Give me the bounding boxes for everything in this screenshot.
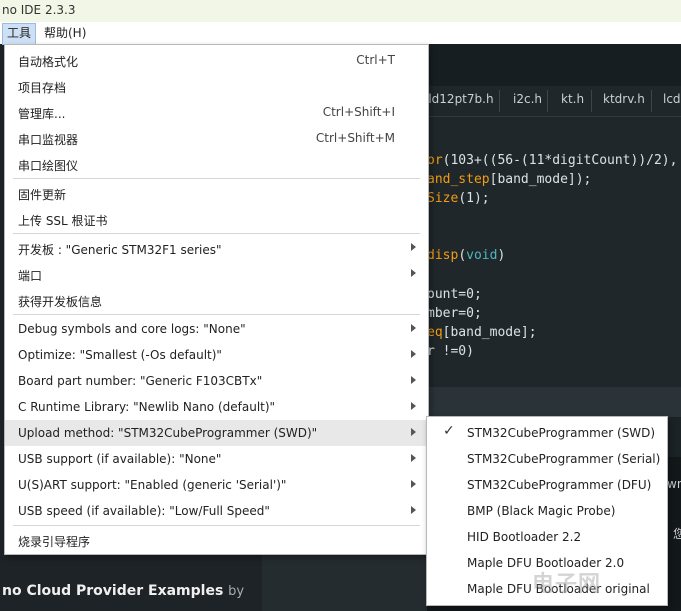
menu-separator (13, 233, 420, 234)
upload-option-hid-bootloader[interactable]: HID Bootloader 2.2 (427, 524, 667, 550)
code-line: mber=0; (427, 306, 482, 321)
menu-help[interactable]: 帮助(H) (40, 23, 90, 43)
upload-option-bmp[interactable]: BMP (Black Magic Probe) (427, 498, 667, 524)
code-line: eq[band_mode]; (427, 325, 537, 340)
menu-item-upload-method[interactable]: Upload method: "STM32CubeProgrammer (SWD… (5, 420, 428, 446)
menu-item-usart-support[interactable]: U(S)ART support: "Enabled (generic 'Seri… (5, 472, 428, 498)
menu-item-serial-monitor[interactable]: 串口监视器 Ctrl+Shift+M (5, 125, 428, 151)
menu-separator (13, 314, 420, 315)
editor-status-band (427, 387, 681, 417)
menu-item-board-part-number[interactable]: Board part number: "Generic F103CBTx" (5, 368, 428, 394)
tab-old12pt7b[interactable]: old12pt7b.h (421, 92, 494, 106)
menu-bar: 工具 帮助(H) (0, 22, 681, 45)
window-title-bar: no IDE 2.3.3 (0, 0, 681, 22)
tab-i2c[interactable]: i2c.h (513, 92, 542, 106)
tab-separator (651, 90, 652, 112)
chevron-right-icon (411, 428, 416, 436)
tools-menu: 自动格式化 Ctrl+T 项目存档 管理库... Ctrl+Shift+I 串口监视… (4, 44, 429, 555)
chevron-right-icon (411, 454, 416, 462)
upload-option-cube-swd[interactable]: ✓ STM32CubeProgrammer (SWD) (427, 420, 667, 446)
editor-tab-strip: old12pt7b.h i2c.h kt.h ktdrv.h lcd. (421, 86, 681, 117)
tab-separator (499, 90, 500, 112)
console-partial-text: 您 (673, 527, 681, 541)
chevron-right-icon (411, 324, 416, 332)
checkmark-icon: ✓ (443, 423, 455, 439)
examples-title: no Cloud Provider Examples by (2, 583, 245, 599)
tab-separator (547, 90, 548, 112)
chevron-right-icon (411, 376, 416, 384)
menu-item-usb-support[interactable]: USB support (if available): "None" (5, 446, 428, 472)
window-title: no IDE 2.3.3 (2, 3, 76, 17)
examples-panel: no Cloud Provider Examples by (0, 553, 262, 611)
upload-option-cube-dfu[interactable]: STM32CubeProgrammer (DFU) (427, 472, 667, 498)
chevron-right-icon (411, 350, 416, 358)
menu-separator (13, 525, 420, 526)
menu-item-c-runtime-library[interactable]: C Runtime Library: "Newlib Nano (default… (5, 394, 428, 420)
chevron-right-icon (411, 269, 416, 277)
menu-item-board[interactable]: 开发板 : "Generic STM32F1 series" (5, 235, 428, 261)
chevron-right-icon (411, 402, 416, 410)
code-line: r !=0) (427, 344, 474, 359)
menu-item-optimize[interactable]: Optimize: "Smallest (-Os default)" (5, 342, 428, 368)
examples-panel-strip (262, 553, 427, 611)
tab-lcd[interactable]: lcd. (663, 92, 681, 106)
menu-item-archive-sketch[interactable]: 项目存档 (5, 73, 428, 99)
menu-item-debug-symbols[interactable]: Debug symbols and core logs: "None" (5, 316, 428, 342)
tab-ktdrv[interactable]: ktdrv.h (603, 92, 645, 106)
code-line: and_step[band_mode]); (427, 172, 592, 187)
menu-item-board-info[interactable]: 获得开发板信息 (5, 287, 428, 313)
code-line: ount=0; (427, 287, 482, 302)
menu-separator (13, 178, 420, 179)
code-line: or(103+((56-(11*digitCount))/2), (427, 153, 678, 168)
menu-item-port[interactable]: 端口 (5, 261, 428, 287)
code-line: disp(void) (427, 248, 506, 263)
menu-item-firmware-updater[interactable]: 固件更新 (5, 180, 428, 206)
menu-item-upload-ssl[interactable]: 上传 SSL 根证书 (5, 206, 428, 232)
menu-item-serial-plotter[interactable]: 串口绘图仪 (5, 151, 428, 177)
chevron-right-icon (411, 243, 416, 251)
chevron-right-icon (411, 506, 416, 514)
menu-item-manage-libraries[interactable]: 管理库... Ctrl+Shift+I (5, 99, 428, 125)
editor-toolbar-area (427, 44, 681, 86)
tab-kt[interactable]: kt.h (561, 92, 584, 106)
chevron-right-icon (411, 480, 416, 488)
console-partial-text: wn (667, 477, 681, 491)
menu-item-auto-format[interactable]: 自动格式化 Ctrl+T (5, 47, 428, 73)
menu-item-burn-bootloader[interactable]: 烧录引导程序 (5, 527, 428, 553)
menu-item-usb-speed[interactable]: USB speed (if available): "Low/Full Spee… (5, 498, 428, 524)
tab-separator (591, 90, 592, 112)
code-editor[interactable]: or(103+((56-(11*digitCount))/2), and_ste… (427, 117, 681, 387)
menu-tools[interactable]: 工具 (2, 23, 37, 45)
watermark-logo: 电子网 (532, 572, 602, 597)
code-line: Size(1); (427, 191, 490, 206)
upload-option-cube-serial[interactable]: STM32CubeProgrammer (Serial) (427, 446, 667, 472)
